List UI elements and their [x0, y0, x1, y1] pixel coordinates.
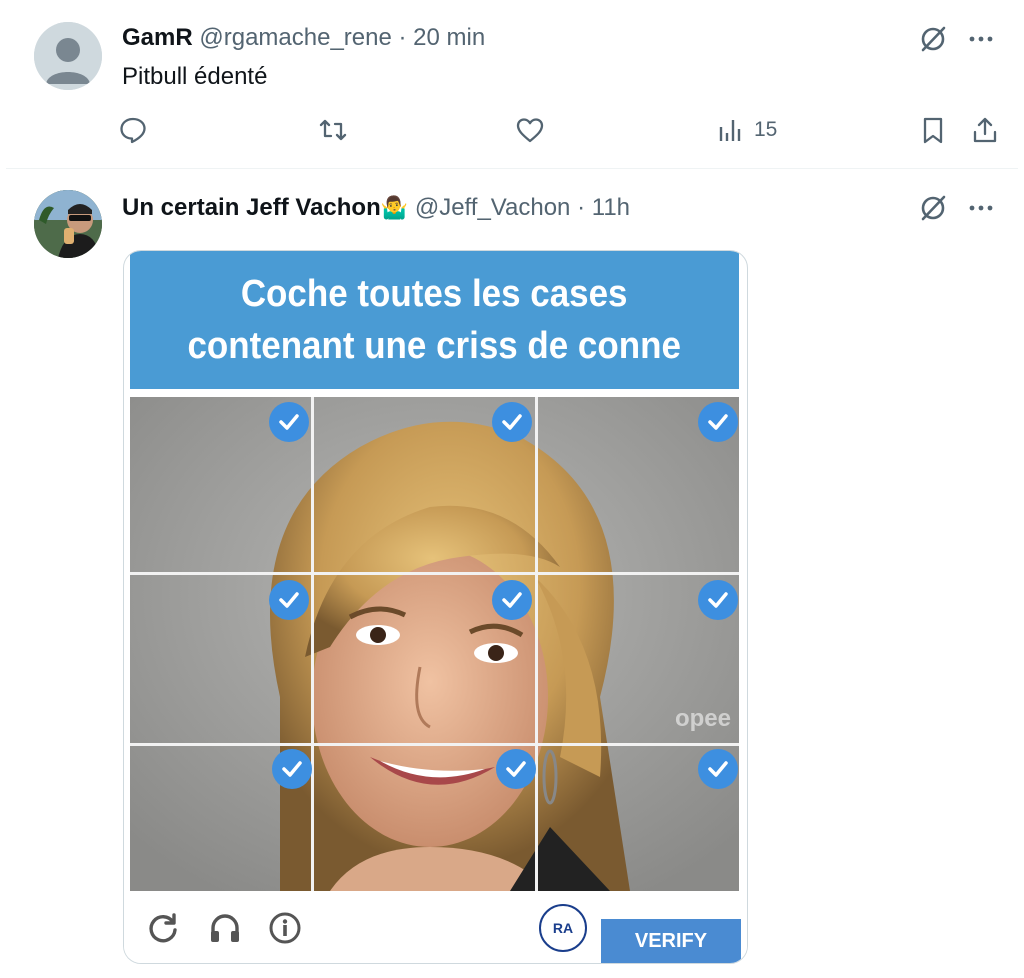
captcha-footer: RA VERIFY	[124, 893, 747, 963]
grok-icon[interactable]	[918, 193, 948, 223]
tweet-header: Un certain Jeff Vachon🤷‍♂️ @Jeff_Vachon …	[122, 193, 630, 223]
display-name[interactable]: Un certain Jeff Vachon	[122, 194, 381, 221]
checkbox-checked-icon[interactable]	[269, 580, 309, 620]
separator: ·	[577, 194, 586, 221]
checkbox-checked-icon[interactable]	[269, 402, 309, 442]
emoji: 🤷‍♂️	[380, 195, 409, 220]
headphones-icon[interactable]	[208, 911, 242, 945]
captcha-header: Coche toutes les cases contenant une cri…	[130, 251, 739, 389]
tweet-media-image[interactable]: Coche toutes les cases contenant une cri…	[123, 250, 748, 964]
watermark-text: opee	[674, 705, 731, 732]
captcha-title-line: contenant une criss de conne	[187, 325, 682, 367]
avatar[interactable]	[34, 190, 102, 258]
checkbox-checked-icon[interactable]	[698, 402, 738, 442]
captcha-photo: opee	[130, 397, 739, 891]
checkbox-checked-icon[interactable]	[496, 749, 536, 789]
grid-line	[130, 743, 739, 746]
tweet[interactable]: Un certain Jeff Vachon🤷‍♂️ @Jeff_Vachon …	[6, 0, 1018, 978]
verify-button[interactable]: VERIFY	[601, 919, 741, 963]
checkbox-checked-icon[interactable]	[698, 580, 738, 620]
checkbox-checked-icon[interactable]	[492, 580, 532, 620]
info-icon[interactable]	[268, 911, 302, 945]
ra-logo: RA	[539, 904, 587, 952]
woman-portrait-illustration	[130, 397, 739, 891]
checkbox-checked-icon[interactable]	[272, 749, 312, 789]
checkbox-checked-icon[interactable]	[698, 749, 738, 789]
grid-line	[130, 572, 739, 575]
refresh-icon[interactable]	[146, 911, 180, 945]
grid-line	[535, 397, 538, 891]
grid-line	[311, 397, 314, 891]
captcha-title-line: Coche toutes les cases	[241, 273, 628, 315]
timestamp[interactable]: 11h	[592, 194, 630, 221]
more-options-icon[interactable]	[966, 193, 996, 223]
profile-photo-icon	[34, 190, 102, 258]
username[interactable]: @Jeff_Vachon	[415, 194, 571, 221]
checkbox-checked-icon[interactable]	[492, 402, 532, 442]
